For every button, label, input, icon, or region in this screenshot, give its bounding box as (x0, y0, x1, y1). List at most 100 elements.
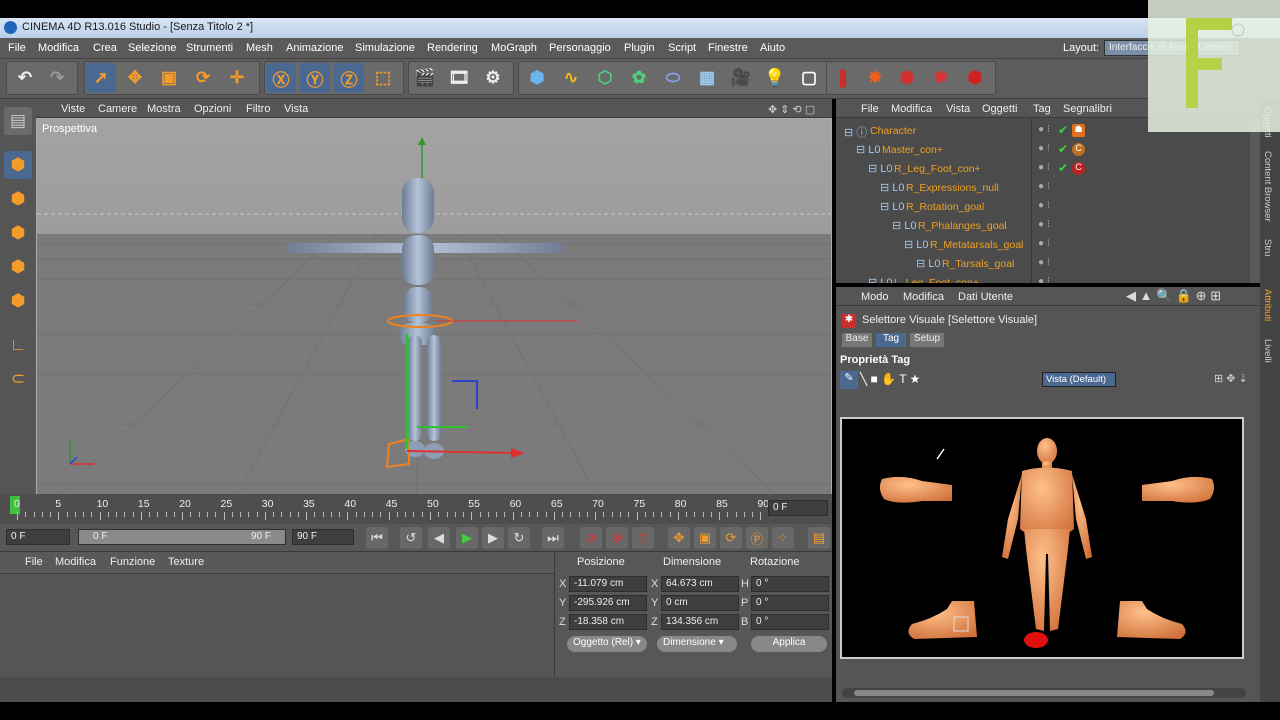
material-menu-file[interactable]: File (25, 556, 43, 568)
menu-personaggio[interactable]: Personaggio (549, 42, 611, 54)
object-name[interactable]: R_Phalanges_goal (918, 220, 1007, 232)
object-type-icon[interactable]: ⊟ L0 (880, 200, 905, 213)
panel-options-icons[interactable]: ⊞ ✥ ⇣ (1214, 372, 1248, 385)
next-keyframe-icon[interactable]: ↻ (508, 527, 530, 549)
start-frame-field[interactable]: 0 F (6, 529, 70, 545)
light-icon[interactable]: 💡 (760, 63, 790, 93)
object-row[interactable]: ⊟ L0 L_Leg_Foot_con+ ● ⁝ (836, 274, 1246, 283)
scrollbar-thumb[interactable] (854, 690, 1214, 696)
redo-icon[interactable]: ↷ (42, 63, 72, 93)
object-row[interactable]: ⊟ L0 R_Metatarsals_goal ● ⁝ (836, 236, 1246, 255)
size-mode-select[interactable]: Dimensione ▾ (657, 636, 737, 652)
bodypaint-icon[interactable]: ❚ (828, 63, 858, 93)
material-menu-funzione[interactable]: Funzione (110, 556, 155, 568)
sidetab-attributi[interactable]: Attributi (1262, 289, 1273, 321)
keyframe-selection-icon[interactable]: ? (632, 527, 654, 549)
menu-modifica[interactable]: Modifica (38, 42, 79, 54)
points-mode-icon[interactable]: ⬢ (4, 219, 32, 247)
menu-animazione[interactable]: Animazione (286, 42, 343, 54)
viewport-menu-filtro[interactable]: Filtro (246, 103, 270, 115)
snap-icon[interactable]: ⊂ (4, 365, 32, 393)
coordinate-mode-select[interactable]: Oggetto (Rel) ▾ (567, 636, 647, 652)
viewport-menu-opzioni[interactable]: Opzioni (194, 103, 231, 115)
enabled-check-icon[interactable]: ✔ (1058, 142, 1068, 156)
make-editable-icon[interactable]: ▤ (4, 107, 32, 135)
select-icon[interactable]: ➚ (86, 63, 116, 93)
render-picture-viewer-icon[interactable]: 🎞 (444, 63, 474, 93)
polygons-mode-icon[interactable]: ⬢ (4, 287, 32, 315)
position-field[interactable]: -11.079 cm (569, 576, 647, 592)
menu-selezione[interactable]: Selezione (128, 42, 176, 54)
tab-tag[interactable]: Tag (876, 333, 906, 347)
go-to-end-icon[interactable]: ⏭ (542, 527, 564, 549)
nurbs-icon[interactable]: ⬡ (590, 63, 620, 93)
menu-mograph[interactable]: MoGraph (491, 42, 537, 54)
record-icon[interactable]: ⊘ (580, 527, 602, 549)
viewport-menu-viste[interactable]: Viste (61, 103, 85, 115)
particles-icon[interactable]: ❋ (926, 63, 956, 93)
menu-strumenti[interactable]: Strumenti (186, 42, 233, 54)
object-row[interactable]: ⊟ L0 Master_con+ ● ⁝ ✔ C (836, 141, 1246, 160)
object-name[interactable]: R_Rotation_goal (906, 201, 984, 213)
object-name[interactable]: Character (870, 125, 916, 137)
object-tag-icon[interactable]: ☗ (1072, 124, 1085, 137)
position-key-icon[interactable]: ✥ (668, 527, 690, 549)
object-row[interactable]: ⊟ L0 R_Phalanges_goal ● ⁝ (836, 217, 1246, 236)
hair-icon[interactable]: ⬢ (960, 63, 990, 93)
menu-file[interactable]: File (8, 42, 26, 54)
timeline-ruler[interactable]: 0 5 10 15 20 25 30 35 40 45 50 55 60 65 70 75 80 85 90 0 F (0, 494, 832, 524)
sidetab-content-browser[interactable]: Content Browser (1262, 151, 1273, 222)
viewport-menu-vista[interactable]: Vista (284, 103, 308, 115)
object-type-icon[interactable]: ⊟ L0 (904, 238, 929, 251)
spline-icon[interactable]: ∿ (556, 63, 586, 93)
menu-mesh[interactable]: Mesh (246, 42, 273, 54)
attr-menu-modo[interactable]: Modo (861, 291, 889, 303)
live-select-icon[interactable]: ✛ (222, 63, 252, 93)
object-tag-icon[interactable]: C (1072, 143, 1085, 156)
object-menu-segnalibri[interactable]: Segnalibri (1063, 103, 1112, 115)
object-menu-tag[interactable]: Tag (1033, 103, 1051, 115)
cube-icon[interactable]: ⬢ (522, 63, 552, 93)
attr-nav-icons[interactable]: ◀ ▲ 🔍 🔒 ⊕ ⊞ (1126, 288, 1221, 304)
object-row[interactable]: ⊟ L0 R_Tarsals_goal ● ⁝ (836, 255, 1246, 274)
parameter-key-icon[interactable]: Ⓟ (746, 527, 768, 549)
deformer-icon[interactable]: ⬭ (658, 63, 688, 93)
menu-rendering[interactable]: Rendering (427, 42, 478, 54)
render-view-icon[interactable]: 🎬 (410, 63, 440, 93)
object-row[interactable]: ⊟ L0 R_Leg_Foot_con+ ● ⁝ ✔ C (836, 160, 1246, 179)
dimension-field[interactable]: 64.673 cm (661, 576, 739, 592)
object-type-icon[interactable]: ⊟ ⓘ (844, 124, 867, 140)
material-menu-texture[interactable]: Texture (168, 556, 204, 568)
rotation-key-icon[interactable]: ⟳ (720, 527, 742, 549)
visibility-dots-icon[interactable]: ● ⁝ (1038, 219, 1050, 230)
object-menu-file[interactable]: File (861, 103, 879, 115)
visibility-dots-icon[interactable]: ● ⁝ (1038, 162, 1050, 173)
timeline-window-icon[interactable]: ▤ (808, 527, 830, 549)
rotation-field[interactable]: 0 ° (751, 576, 829, 592)
viewport-menu-mostra[interactable]: Mostra (147, 103, 181, 115)
previous-frame-icon[interactable]: ◀ (428, 527, 450, 549)
render-settings-icon[interactable]: ⚙ (478, 63, 508, 93)
next-frame-icon[interactable]: ▶ (482, 527, 504, 549)
sidetab-livelli[interactable]: Livelli (1262, 339, 1273, 363)
menu-crea[interactable]: Crea (93, 42, 117, 54)
object-name[interactable]: R_Metatarsals_goal (930, 239, 1023, 251)
axis-mode-icon[interactable]: ∟ (4, 331, 32, 359)
autokey-icon[interactable]: ⊗ (606, 527, 628, 549)
object-type-icon[interactable]: ⊟ L0 (868, 162, 893, 175)
enabled-check-icon[interactable]: ✔ (1058, 123, 1068, 137)
visibility-dots-icon[interactable]: ● ⁝ (1038, 143, 1050, 154)
object-name[interactable]: R_Expressions_null (906, 182, 999, 194)
perspective-viewport[interactable]: Prospettiva (36, 118, 832, 495)
object-type-icon[interactable]: ⊟ L0 (916, 257, 941, 270)
material-menu-modifica[interactable]: Modifica (55, 556, 96, 568)
dimension-field[interactable]: 134.356 cm (661, 614, 739, 630)
menu-finestre[interactable]: Finestre (708, 42, 748, 54)
object-tag-icon[interactable]: C (1072, 162, 1085, 175)
brush-icon[interactable]: ✎ (840, 371, 858, 389)
position-field[interactable]: -295.926 cm (569, 595, 647, 611)
previous-keyframe-icon[interactable]: ↺ (400, 527, 422, 549)
undo-icon[interactable]: ↶ (10, 63, 40, 93)
array-icon[interactable]: ✿ (624, 63, 654, 93)
position-field[interactable]: -18.358 cm (569, 614, 647, 630)
